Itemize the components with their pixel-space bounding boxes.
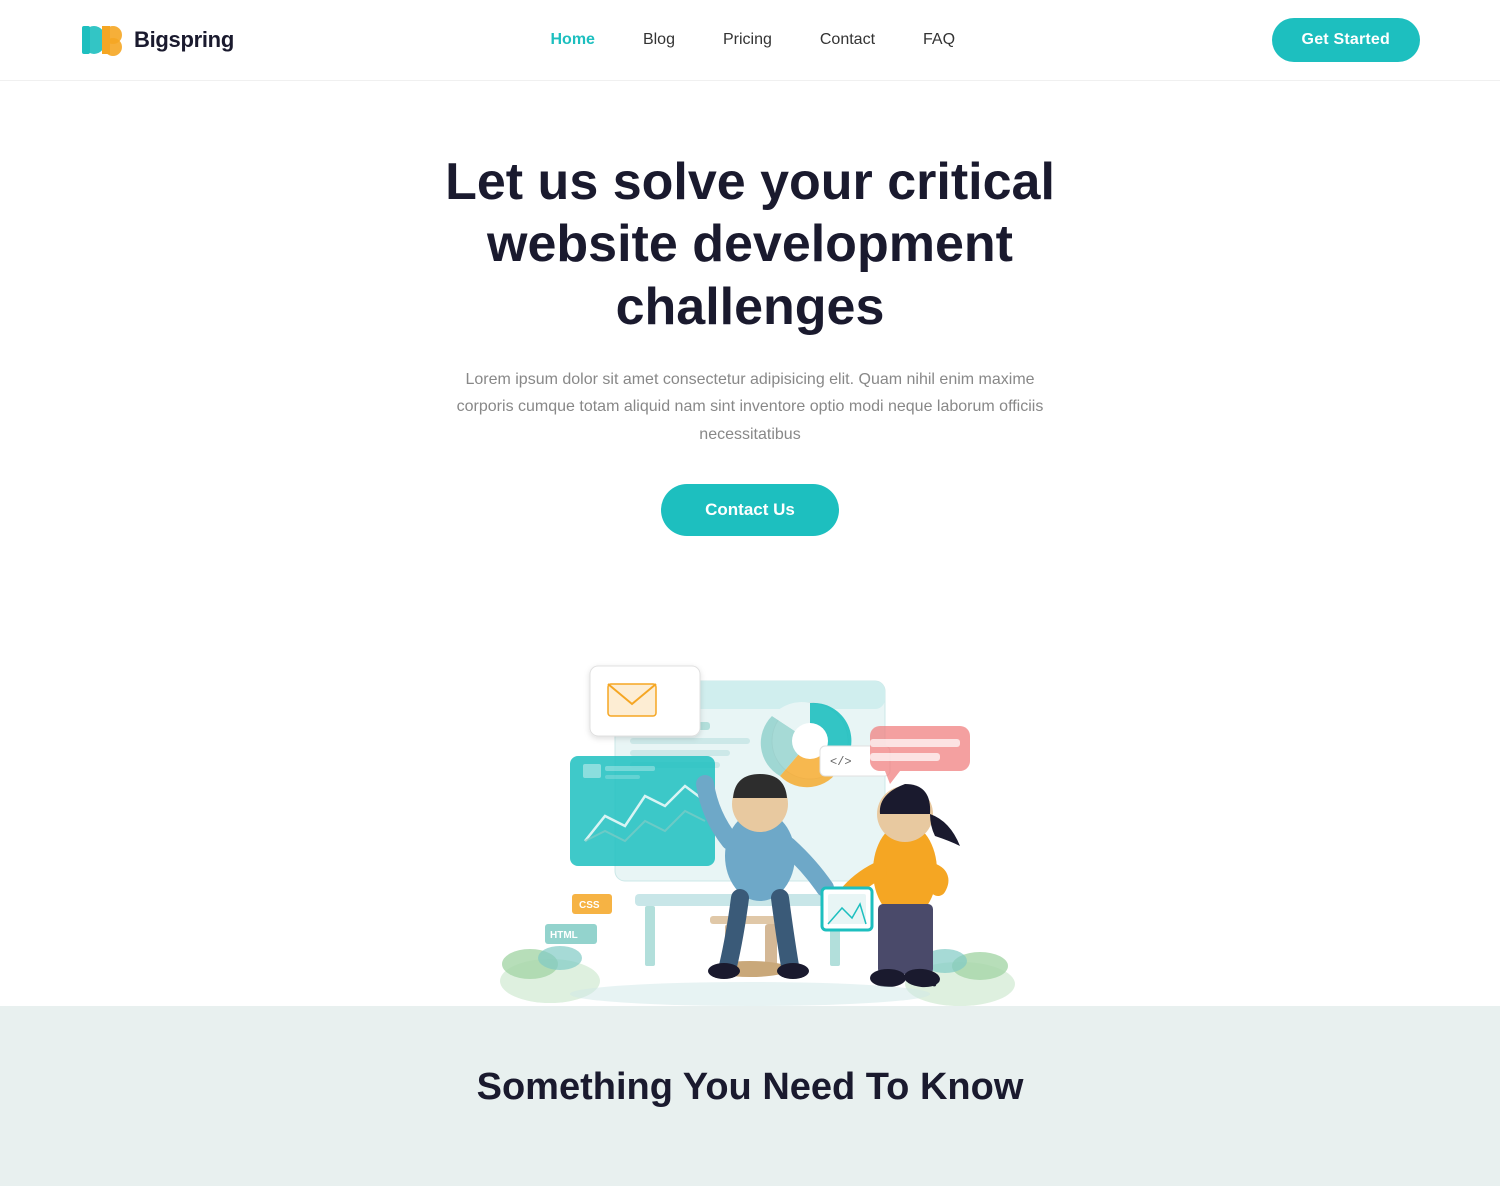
nav-contact[interactable]: Contact — [820, 31, 875, 49]
nav: Home Blog Pricing Contact FAQ — [550, 31, 955, 49]
logo-svg — [80, 23, 126, 57]
hero-title: Let us solve your critical website devel… — [400, 151, 1100, 338]
svg-text:HTML: HTML — [550, 930, 578, 941]
svg-text:</>: </> — [830, 755, 852, 769]
get-started-button[interactable]: Get Started — [1272, 18, 1420, 62]
contact-us-button[interactable]: Contact Us — [661, 484, 839, 536]
nav-blog[interactable]: Blog — [643, 31, 675, 49]
hero-section: Let us solve your critical website devel… — [0, 81, 1500, 626]
hero-illustration: </> CSS HTML — [470, 626, 1030, 1006]
hero-description: Lorem ipsum dolor sit amet consectetur a… — [440, 366, 1060, 448]
nav-faq[interactable]: FAQ — [923, 31, 955, 49]
logo-text: Bigspring — [134, 27, 234, 53]
illustration-container: </> CSS HTML — [0, 626, 1500, 1006]
nav-home[interactable]: Home — [550, 31, 594, 49]
header: Bigspring Home Blog Pricing Contact FAQ … — [0, 0, 1500, 81]
logo-icon — [80, 23, 126, 57]
bottom-section: Something You Need To Know — [0, 1006, 1500, 1186]
bottom-title: Something You Need To Know — [40, 1066, 1460, 1109]
svg-text:CSS: CSS — [579, 900, 600, 911]
nav-pricing[interactable]: Pricing — [723, 31, 772, 49]
logo: Bigspring — [80, 23, 234, 57]
